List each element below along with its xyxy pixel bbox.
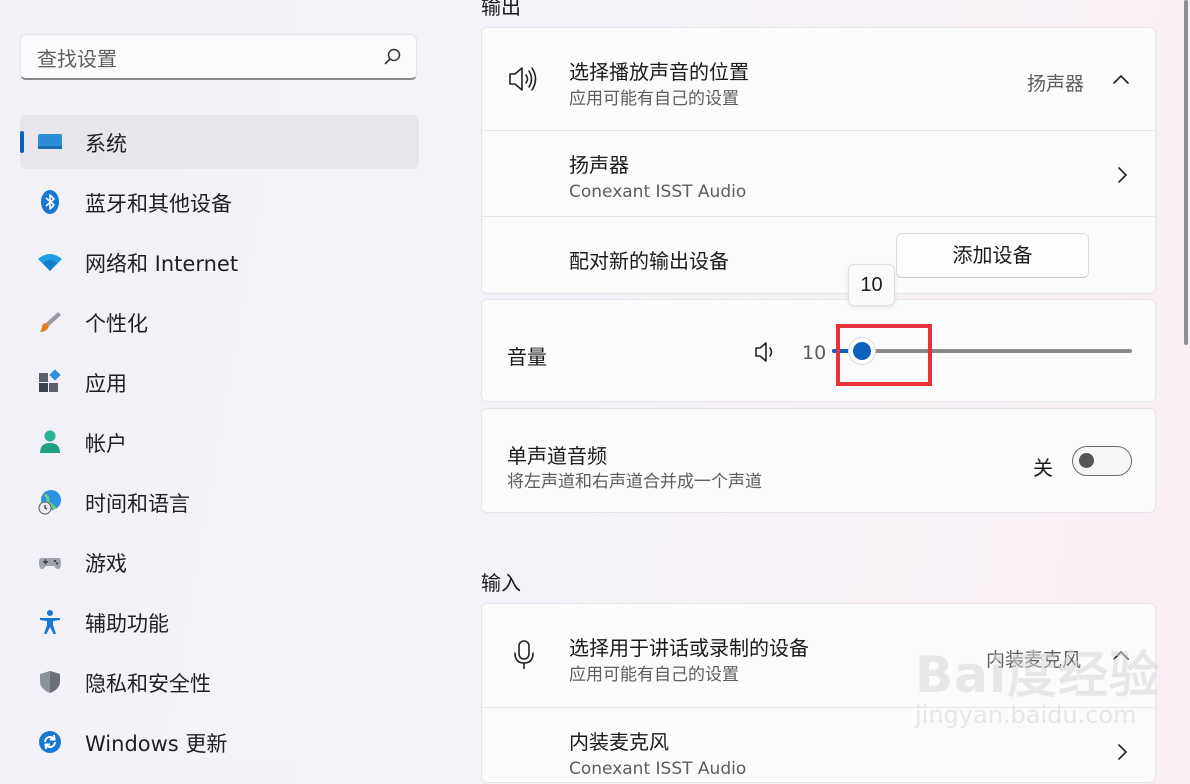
choose-output-title: 选择播放声音的位置 bbox=[569, 60, 749, 84]
sidebar-item-windows-update[interactable]: Windows 更新 bbox=[20, 715, 419, 769]
output-section-title: 输出 bbox=[481, 0, 521, 19]
watermark: Bai度经验 jingyan.baidu.com bbox=[915, 635, 1160, 729]
sidebar-item-label: Windows 更新 bbox=[85, 732, 228, 756]
volume-card: 音量 10 bbox=[481, 299, 1156, 402]
sidebar-item-label: 蓝牙和其他设备 bbox=[85, 192, 232, 216]
sidebar-item-privacy[interactable]: 隐私和安全性 bbox=[20, 655, 419, 709]
mono-audio-toggle[interactable] bbox=[1072, 446, 1132, 476]
selected-output-device: 扬声器 bbox=[1027, 73, 1085, 95]
output-device-driver: Conexant ISST Audio bbox=[569, 182, 747, 202]
brush-icon bbox=[40, 312, 61, 332]
monitor-icon bbox=[38, 134, 62, 149]
wifi-icon bbox=[38, 254, 62, 271]
scrollbar-thumb[interactable] bbox=[1184, 0, 1188, 345]
sidebar-item-bluetooth[interactable]: 蓝牙和其他设备 bbox=[20, 175, 419, 229]
speaker-icon bbox=[509, 67, 537, 91]
pair-output-row: 配对新的输出设备 添加设备 bbox=[482, 217, 1155, 293]
apps-icon bbox=[39, 369, 61, 392]
sidebar-item-label: 应用 bbox=[85, 372, 127, 396]
sidebar-item-label: 时间和语言 bbox=[85, 492, 190, 516]
update-icon bbox=[39, 731, 61, 753]
input-section-title: 输入 bbox=[481, 571, 521, 595]
sidebar-item-label: 帐户 bbox=[85, 432, 127, 456]
output-device-card: 选择播放声音的位置 应用可能有自己的设置 扬声器 扬声器 Conexant IS… bbox=[481, 27, 1156, 294]
input-device-driver: Conexant ISST Audio bbox=[569, 759, 747, 779]
toggle-knob bbox=[1079, 453, 1094, 468]
sidebar-item-label: 系统 bbox=[85, 132, 127, 156]
sidebar-item-time-language[interactable]: 时间和语言 bbox=[20, 475, 419, 529]
gamepad-icon bbox=[39, 558, 61, 569]
sidebar-item-accessibility[interactable]: 辅助功能 bbox=[20, 595, 419, 649]
add-device-button[interactable]: 添加设备 bbox=[896, 233, 1089, 278]
globe-clock-icon bbox=[38, 490, 61, 515]
choose-input-subtitle: 应用可能有自己的设置 bbox=[569, 665, 739, 685]
person-icon bbox=[40, 430, 60, 453]
bluetooth-icon bbox=[41, 190, 59, 214]
volume-tooltip: 10 bbox=[848, 264, 895, 306]
sidebar-item-network[interactable]: 网络和 Internet bbox=[20, 235, 419, 289]
output-device-row[interactable]: 扬声器 Conexant ISST Audio bbox=[482, 131, 1155, 216]
sidebar-item-apps[interactable]: 应用 bbox=[20, 355, 419, 409]
sidebar-item-label: 个性化 bbox=[85, 312, 148, 336]
sidebar-item-label: 游戏 bbox=[85, 552, 127, 576]
mono-audio-state: 关 bbox=[1033, 456, 1053, 480]
volume-label: 音量 bbox=[507, 345, 547, 369]
mono-audio-title: 单声道音频 bbox=[507, 444, 607, 468]
output-device-name: 扬声器 bbox=[569, 153, 629, 177]
mute-toggle-icon[interactable] bbox=[754, 340, 776, 364]
volume-value: 10 bbox=[802, 342, 827, 364]
search-box[interactable] bbox=[20, 34, 417, 80]
search-input[interactable] bbox=[35, 45, 369, 73]
selection-indicator bbox=[20, 131, 24, 153]
microphone-icon bbox=[514, 640, 534, 669]
pair-output-label: 配对新的输出设备 bbox=[569, 249, 729, 273]
sidebar-item-accounts[interactable]: 帐户 bbox=[20, 415, 419, 469]
choose-output-subtitle: 应用可能有自己的设置 bbox=[569, 89, 739, 109]
choose-input-title: 选择用于讲话或录制的设备 bbox=[569, 636, 809, 660]
sidebar-item-system[interactable]: 系统 bbox=[20, 115, 419, 169]
sidebar-item-label: 隐私和安全性 bbox=[85, 672, 211, 696]
watermark-url: jingyan.baidu.com bbox=[915, 701, 1137, 729]
search-icon[interactable] bbox=[384, 48, 402, 66]
sidebar-item-personalization[interactable]: 个性化 bbox=[20, 295, 419, 349]
chevron-up-icon[interactable] bbox=[1112, 73, 1130, 85]
sidebar-item-label: 辅助功能 bbox=[85, 612, 169, 636]
mono-audio-subtitle: 将左声道和右声道合并成一个声道 bbox=[507, 472, 762, 492]
shield-icon bbox=[40, 671, 60, 693]
sidebar-item-gaming[interactable]: 游戏 bbox=[20, 535, 419, 589]
chevron-right-icon bbox=[1118, 744, 1128, 760]
accessibility-icon bbox=[40, 610, 60, 634]
input-device-name: 内装麦克风 bbox=[569, 730, 669, 754]
annotation-highlight-box bbox=[836, 324, 932, 386]
chevron-right-icon bbox=[1118, 167, 1128, 183]
mono-audio-card: 单声道音频 将左声道和右声道合并成一个声道 关 bbox=[481, 408, 1156, 513]
sidebar-item-label: 网络和 Internet bbox=[85, 252, 239, 276]
choose-output-row[interactable]: 选择播放声音的位置 应用可能有自己的设置 扬声器 bbox=[482, 28, 1155, 130]
watermark-logo: Bai度经验 bbox=[915, 646, 1160, 704]
